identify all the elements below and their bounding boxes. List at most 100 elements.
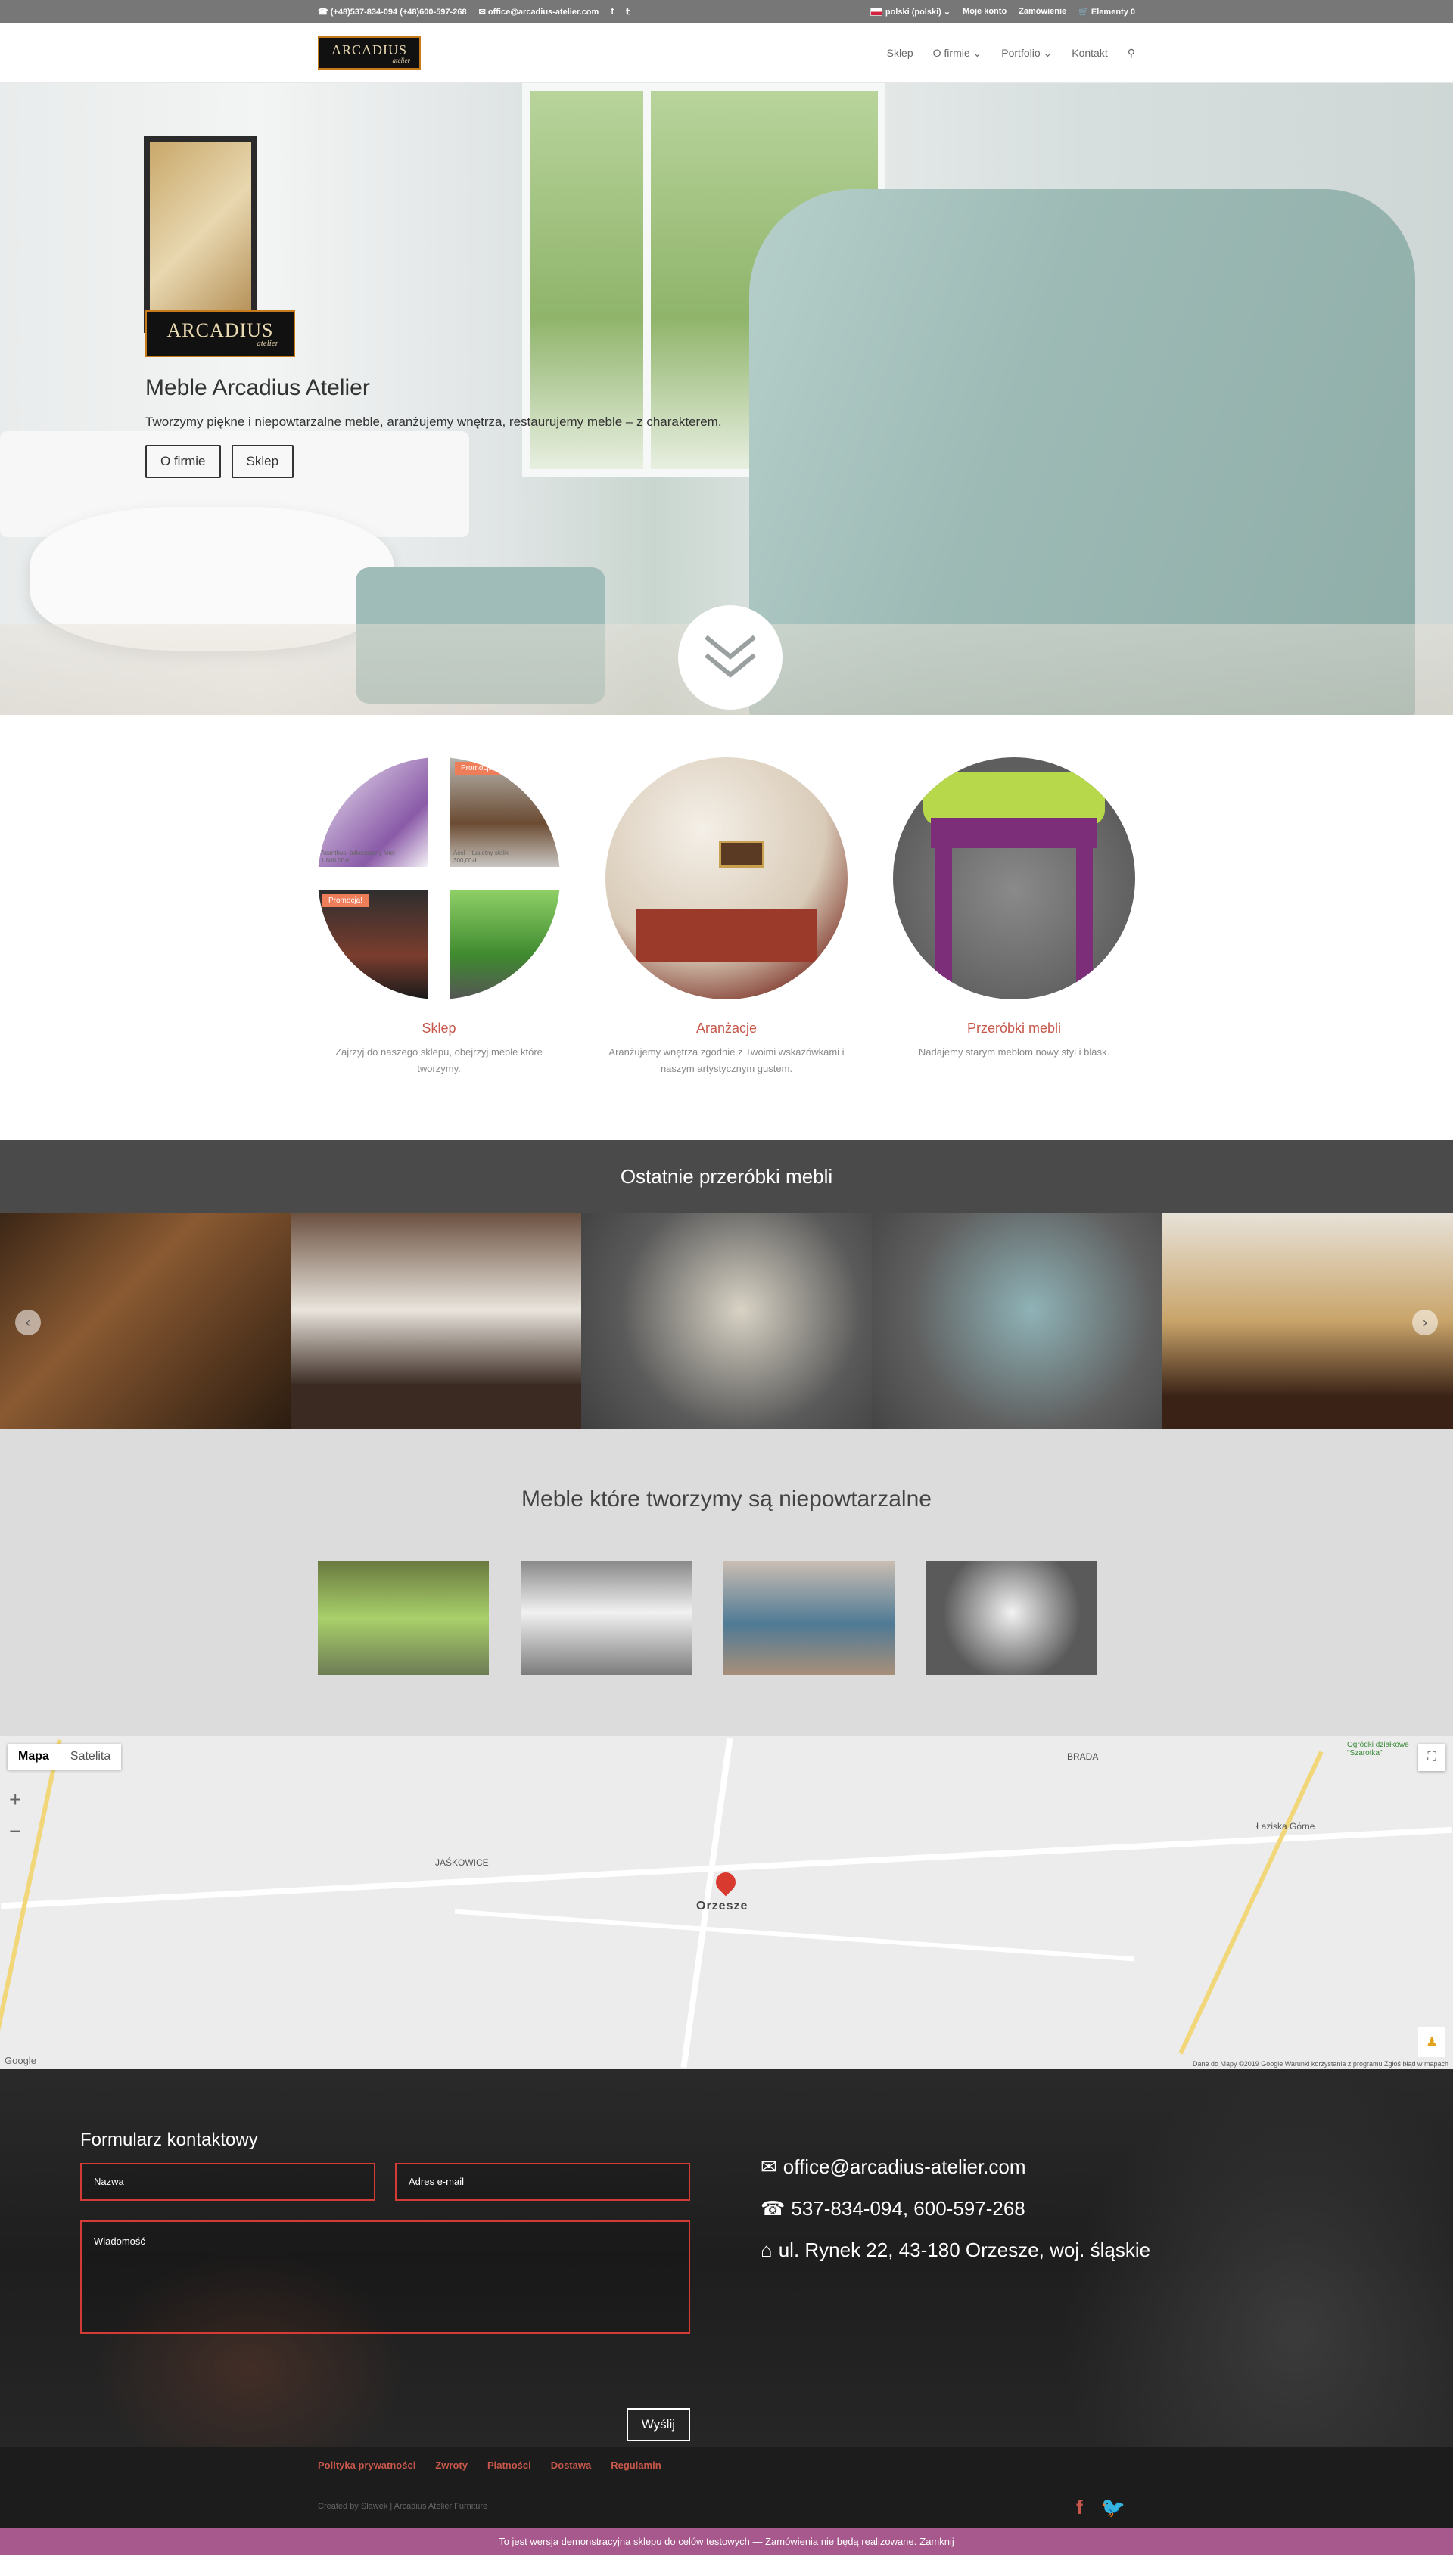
cart-icon: 🛒 <box>1078 7 1091 17</box>
map-tab-satellite[interactable]: Satelita <box>60 1744 121 1770</box>
footer-link-privacy[interactable]: Polityka prywatności <box>318 2459 415 2471</box>
map-attribution: Dane do Mapy ©2019 Google Warunki korzys… <box>1193 2060 1448 2068</box>
site-logo[interactable]: ARCADIUS atelier <box>318 36 421 70</box>
footer-link-returns[interactable]: Zwroty <box>435 2459 468 2471</box>
footer-link-terms[interactable]: Regulamin <box>611 2459 661 2471</box>
slide-image[interactable] <box>0 1213 291 1429</box>
facebook-icon[interactable]: f <box>1076 2496 1083 2519</box>
feature-text: Nadajemy starym meblom nowy styl i blask… <box>918 1046 1110 1058</box>
stool-frame <box>931 818 1097 848</box>
shop-button[interactable]: Sklep <box>231 445 294 478</box>
feature-title[interactable]: Aranżacje <box>605 1021 848 1036</box>
map-tab-map[interactable]: Mapa <box>8 1744 60 1770</box>
polish-flag-icon <box>870 8 882 17</box>
demo-store-notice: To jest wersja demonstracyjna sklepu do … <box>0 2528 1453 2555</box>
stool-leg <box>935 841 952 992</box>
gallery <box>318 1561 1097 1675</box>
map-zoom-controls: + − <box>9 1788 21 1844</box>
stool-leg <box>1076 841 1093 992</box>
contact-section: Formularz kontaktowy Nazwa Adres e-mail … <box>0 2069 1453 2447</box>
twitter-icon[interactable]: 𝕥 <box>626 7 630 17</box>
zoom-in-button[interactable]: + <box>9 1788 21 1812</box>
send-button[interactable]: Wyślij <box>626 2408 690 2441</box>
feature-restoration[interactable]: Przeróbki mebli Nadajemy starym meblom n… <box>893 757 1135 1061</box>
hero-logo-subtext: atelier <box>257 339 278 348</box>
message-field[interactable]: Wiadomość <box>80 2220 690 2334</box>
facebook-icon[interactable]: f <box>611 7 614 16</box>
envelope-icon: ✉ <box>478 7 488 17</box>
name-field[interactable]: Nazwa <box>80 2163 375 2201</box>
orders-link[interactable]: Zamówienie <box>1019 7 1066 16</box>
contact-phones[interactable]: ☎ 537-834-094, 600-597-268 <box>761 2197 1150 2220</box>
restoration-image <box>893 757 1135 999</box>
feature-text: Aranżujemy wnętrza zgodnie z Twoimi wska… <box>608 1046 845 1074</box>
hero-logo: ARCADIUS atelier <box>145 310 295 357</box>
gallery-image[interactable] <box>521 1561 692 1675</box>
top-email[interactable]: ✉ office@arcadius-atelier.com <box>479 7 599 17</box>
phone-icon: ☎ <box>761 2197 786 2220</box>
footer-link-delivery[interactable]: Dostawa <box>551 2459 591 2471</box>
top-bar: ☎ (+48)537-834-094 (+48)600-597-268 ✉ of… <box>0 0 1453 23</box>
gallery-image[interactable] <box>926 1561 1097 1675</box>
search-icon[interactable]: ⚲ <box>1128 47 1135 60</box>
slide-image[interactable] <box>581 1213 872 1429</box>
account-link[interactable]: Moje konto <box>963 7 1007 16</box>
feature-text: Zajrzyj do naszego sklepu, obejrzyj mebl… <box>335 1046 543 1074</box>
map-pin-icon[interactable] <box>711 1868 740 1897</box>
gallery-image[interactable] <box>723 1561 895 1675</box>
site-footer: Polityka prywatności Zwroty Płatności Do… <box>0 2447 1453 2528</box>
hero-content: ARCADIUS atelier Meble Arcadius Atelier … <box>145 310 722 478</box>
cart-link[interactable]: 🛒 Elementy 0 <box>1078 7 1135 17</box>
map-road <box>454 1909 1135 1962</box>
logo-subtext: atelier <box>392 56 411 64</box>
gallery-image[interactable] <box>318 1561 489 1675</box>
street-view-pegman-icon[interactable]: ♟ <box>1418 2027 1445 2057</box>
map-road <box>1 1826 1452 1909</box>
map-highway <box>1178 1751 1324 2055</box>
map-label: BRADA <box>1067 1751 1099 1762</box>
shop-tile-dark: Promocja! <box>318 890 428 999</box>
slider-next-button[interactable]: › <box>1412 1310 1438 1335</box>
contact-email[interactable]: ✉ office@arcadius-atelier.com <box>761 2155 1150 2179</box>
latest-works-slider: ‹ › <box>0 1213 1453 1429</box>
footer-link-payments[interactable]: Płatności <box>487 2459 531 2471</box>
scroll-down-button[interactable] <box>678 605 783 710</box>
feature-title[interactable]: Sklep <box>318 1021 560 1036</box>
feature-arrangements[interactable]: Aranżacje Aranżujemy wnętrza zgodnie z T… <box>605 757 848 1077</box>
feature-shop[interactable]: Acanthus- tulkauszeny fotel 1.800,00zł P… <box>318 757 560 1077</box>
promo-badge: Promocja! <box>455 762 502 775</box>
chevron-down-icon: ⌄ <box>943 7 951 17</box>
about-button[interactable]: O firmie <box>145 445 221 478</box>
shop-tile-name: Acanthus- tulkauszeny fotel <box>321 850 395 856</box>
demo-dismiss-link[interactable]: Zamknij <box>919 2536 954 2547</box>
chevron-down-icon: ⌄ <box>1043 46 1053 59</box>
menu-item-about[interactable]: O firmie ⌄ <box>933 47 982 60</box>
logo-text: ARCADIUS <box>331 42 407 57</box>
email-field[interactable]: Adres e-mail <box>395 2163 690 2201</box>
hero-title: Meble Arcadius Atelier <box>145 375 370 400</box>
menu-item-shop[interactable]: Sklep <box>887 47 913 59</box>
shop-tile-price: 300,00zł <box>453 857 477 864</box>
demo-notice-text: To jest wersja demonstracyjna sklepu do … <box>499 2535 917 2547</box>
footer-links: Polityka prywatności Zwroty Płatności Do… <box>318 2459 661 2471</box>
phone-numbers[interactable]: ☎ (+48)537-834-094 (+48)600-597-268 <box>318 7 467 17</box>
contact-address: ⌂ ul. Rynek 22, 43-180 Orzesze, woj. śląs… <box>761 2239 1151 2261</box>
chevron-left-icon: ‹ <box>26 1314 30 1330</box>
twitter-icon[interactable]: 🐦 <box>1101 2496 1125 2519</box>
shop-tile-armchair: Acanthus- tulkauszeny fotel 1.800,00zł <box>318 757 428 867</box>
location-map[interactable]: Mapa Satelita + − ⛶ JAŚKOWICE BRADA Łazi… <box>0 1736 1453 2069</box>
menu-item-portfolio[interactable]: Portfolio ⌄ <box>1001 47 1052 60</box>
feature-title[interactable]: Przeróbki mebli <box>893 1021 1135 1036</box>
phone-icon: ☎ <box>318 7 331 17</box>
language-switcher[interactable]: polski (polski) ⌄ <box>870 7 951 17</box>
unique-furniture-section: Meble które tworzymy są niepowtarzalne <box>0 1429 1453 1736</box>
footer-credits: Created by Sławek | Arcadius Atelier Fur… <box>318 2502 488 2511</box>
slide-image[interactable] <box>1162 1213 1453 1429</box>
slide-image[interactable] <box>291 1213 581 1429</box>
zoom-out-button[interactable]: − <box>9 1819 21 1844</box>
slider-prev-button[interactable]: ‹ <box>15 1310 41 1335</box>
slide-image[interactable] <box>872 1213 1162 1429</box>
hero-subtitle: Tworzymy piękne i niepowtarzalne meble, … <box>145 415 722 429</box>
menu-item-contact[interactable]: Kontakt <box>1072 47 1107 59</box>
home-icon: ⌂ <box>761 2239 773 2261</box>
